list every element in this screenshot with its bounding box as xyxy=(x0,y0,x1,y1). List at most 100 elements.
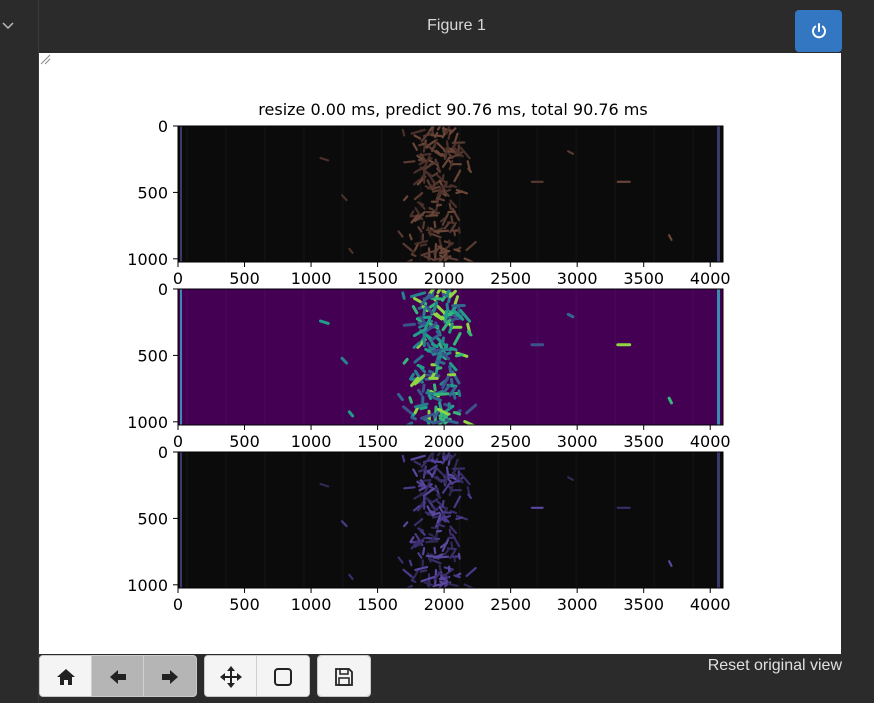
zoom-rect-button[interactable] xyxy=(257,656,309,696)
tool-group xyxy=(204,655,310,697)
background-band xyxy=(224,289,227,425)
streak xyxy=(457,226,461,234)
y-tick-label: 500 xyxy=(137,346,168,365)
streak xyxy=(435,366,443,370)
background-band xyxy=(263,126,266,262)
chevron-down-icon[interactable] xyxy=(0,18,16,34)
streak xyxy=(667,396,673,405)
streak xyxy=(444,309,448,322)
x-tick-label: 3500 xyxy=(623,432,664,451)
status-message: Reset original view xyxy=(707,657,842,674)
streak xyxy=(428,533,434,537)
resize-grip-icon[interactable] xyxy=(39,53,51,65)
streak xyxy=(428,369,435,374)
x-tick-label: 0 xyxy=(173,595,183,614)
edge-column xyxy=(717,289,720,425)
heatmap-panel-2: 0 500 1000 1500 2000 2500 3000 3500 4000 0 500 1000 xyxy=(127,280,730,451)
x-tick-label: 4000 xyxy=(690,432,731,451)
streak xyxy=(401,454,406,463)
streak xyxy=(452,411,462,416)
forward-button[interactable] xyxy=(144,656,196,696)
x-tick-label: 3500 xyxy=(623,269,664,288)
save-icon xyxy=(335,668,353,686)
y-tick-label: 1000 xyxy=(127,250,168,269)
close-figure-button[interactable] xyxy=(795,10,842,52)
background-band xyxy=(497,289,500,425)
background-band xyxy=(653,452,656,588)
streak xyxy=(419,405,428,411)
streak xyxy=(422,547,426,556)
back-button[interactable] xyxy=(92,656,144,696)
background-band xyxy=(614,452,617,588)
streak xyxy=(442,455,448,459)
save-button[interactable] xyxy=(318,656,370,696)
figure-canvas[interactable]: resize 0.00 ms, predict 90.76 ms, total … xyxy=(39,53,841,654)
streak xyxy=(401,128,406,137)
edge-column xyxy=(180,452,182,588)
pan-button[interactable] xyxy=(205,656,257,696)
streak xyxy=(433,383,437,392)
x-tick-label: 500 xyxy=(229,595,260,614)
streak xyxy=(457,389,462,397)
streak xyxy=(408,396,413,404)
streak xyxy=(442,129,448,133)
arrow-left-icon xyxy=(109,670,126,684)
streak xyxy=(433,220,437,229)
home-button[interactable] xyxy=(40,656,92,696)
streak xyxy=(417,321,425,326)
streak xyxy=(431,348,441,354)
streak xyxy=(417,158,425,162)
streak xyxy=(408,233,413,241)
y-tick-label: 0 xyxy=(158,117,168,136)
home-icon xyxy=(56,669,75,685)
streak xyxy=(457,552,461,560)
x-tick-label: 0 xyxy=(173,432,183,451)
streak xyxy=(435,330,441,336)
streak xyxy=(416,363,425,370)
streak xyxy=(434,555,450,559)
streak xyxy=(444,473,448,485)
streak xyxy=(403,160,416,164)
x-tick-label: 2500 xyxy=(490,269,531,288)
streak xyxy=(408,559,413,567)
background-band xyxy=(341,126,344,262)
streak xyxy=(430,296,443,301)
x-tick-label: 3000 xyxy=(557,595,598,614)
x-tick-label: 4000 xyxy=(690,269,731,288)
navigation-toolbar xyxy=(39,655,371,697)
heatmap-panel-3: 0 500 1000 1500 2000 2500 3000 3500 4000 0 500 1000 xyxy=(127,443,730,614)
y-tick-label: 1000 xyxy=(127,576,168,595)
streak xyxy=(448,202,452,210)
background-band xyxy=(186,289,188,425)
left-collapse-strip xyxy=(0,0,39,703)
x-tick-label: 1000 xyxy=(291,595,332,614)
background-band xyxy=(186,452,188,588)
background-band xyxy=(380,452,383,588)
streak xyxy=(454,353,464,358)
x-tick-label: 2500 xyxy=(490,595,531,614)
edge-column xyxy=(717,452,720,588)
background-band xyxy=(575,126,578,262)
background-band xyxy=(224,126,227,262)
background-band xyxy=(186,126,188,262)
background-band xyxy=(692,452,695,588)
streak xyxy=(453,230,456,237)
streak xyxy=(421,383,426,393)
x-tick-label: 1000 xyxy=(291,269,332,288)
streak xyxy=(448,528,452,536)
streak xyxy=(410,579,417,584)
streak xyxy=(419,569,428,573)
y-tick-label: 1000 xyxy=(127,413,168,432)
x-tick-label: 1500 xyxy=(357,595,398,614)
x-tick-label: 3500 xyxy=(623,595,664,614)
background-band xyxy=(380,126,383,262)
heatmap-image xyxy=(178,126,723,262)
x-tick-label: 4000 xyxy=(690,595,731,614)
background-band xyxy=(536,289,539,425)
x-tick-label: 500 xyxy=(229,269,260,288)
streak xyxy=(438,417,446,422)
x-tick-label: 0 xyxy=(173,269,183,288)
streak xyxy=(452,393,457,400)
x-tick-label: 500 xyxy=(229,432,260,451)
streak xyxy=(432,301,439,312)
